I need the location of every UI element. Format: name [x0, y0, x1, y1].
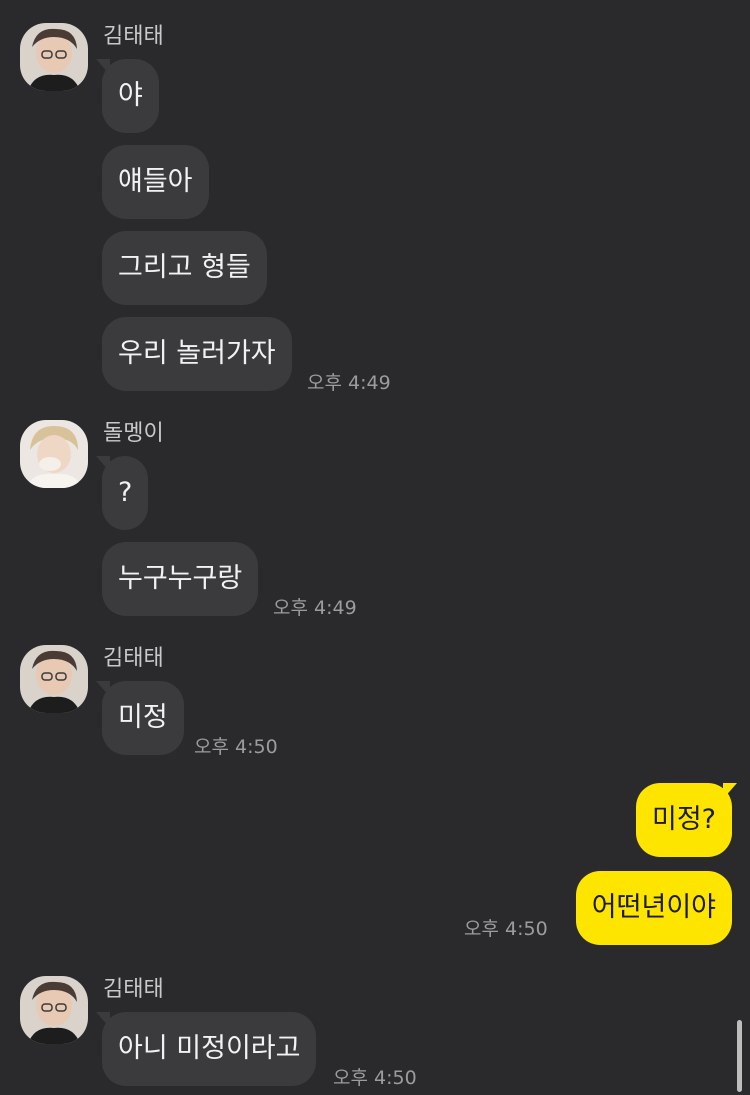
profile-photo-icon — [20, 976, 88, 1044]
message-bubble[interactable]: 아니 미정이라고 — [102, 1012, 317, 1086]
sender-avatar[interactable] — [20, 976, 88, 1044]
sender-avatar[interactable] — [20, 23, 88, 91]
message-timestamp: 오후 4:50 — [464, 918, 548, 940]
sender-avatar[interactable] — [20, 645, 88, 713]
sender-name: 김태태 — [103, 646, 164, 671]
profile-photo-icon — [20, 645, 88, 713]
chat-view: 김태태 야 얘들아 그리고 형들 우리 놀러가자 오후 4:49 돌멩이 ? 누… — [0, 0, 750, 1095]
message-bubble[interactable]: ? — [102, 456, 149, 530]
message-timestamp: 오후 4:50 — [194, 736, 278, 758]
scrollbar-thumb[interactable] — [737, 1020, 742, 1092]
sender-name: 돌멩이 — [103, 421, 164, 446]
message-timestamp: 오후 4:49 — [307, 372, 391, 394]
message-timestamp: 오후 4:50 — [333, 1067, 417, 1089]
sender-name: 김태태 — [103, 977, 164, 1002]
message-bubble[interactable]: 야 — [102, 59, 159, 133]
sender-name: 김태태 — [103, 24, 164, 49]
message-timestamp: 오후 4:49 — [273, 597, 357, 619]
my-message-bubble[interactable]: 어떤년이야 — [575, 871, 732, 945]
message-bubble[interactable]: 그리고 형들 — [102, 231, 267, 305]
message-bubble[interactable]: 미정 — [102, 681, 184, 755]
my-message-bubble[interactable]: 미정? — [635, 783, 732, 857]
profile-photo-icon — [20, 420, 88, 488]
profile-photo-icon — [20, 23, 88, 91]
message-bubble[interactable]: 누구누구랑 — [102, 542, 259, 616]
message-bubble[interactable]: 얘들아 — [102, 145, 209, 219]
sender-avatar[interactable] — [20, 420, 88, 488]
message-bubble[interactable]: 우리 놀러가자 — [102, 317, 292, 391]
